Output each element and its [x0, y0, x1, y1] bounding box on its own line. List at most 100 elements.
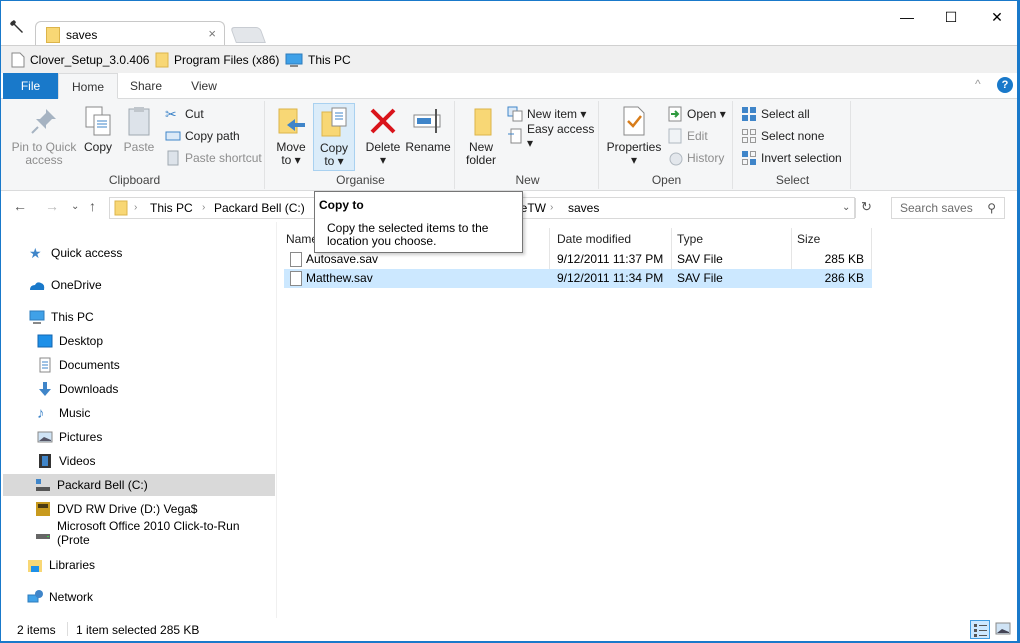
minimize-button[interactable]: — — [887, 5, 927, 29]
select-none-button[interactable]: Select none — [741, 127, 824, 145]
rename-button[interactable]: Rename — [405, 105, 451, 154]
breadcrumb-packard-bell[interactable]: Packard Bell (C:) — [214, 201, 305, 215]
copy-button[interactable]: Copy — [81, 105, 115, 154]
nav-pictures[interactable]: Pictures — [3, 426, 275, 448]
nav-downloads[interactable]: Downloads — [3, 378, 275, 400]
nav-this-pc[interactable]: This PC — [3, 306, 275, 328]
file-icon — [290, 252, 302, 267]
new-folder-icon — [465, 105, 497, 137]
close-button[interactable]: ✕ — [977, 5, 1017, 29]
collapse-ribbon-icon[interactable]: ^ — [975, 77, 981, 91]
paste-shortcut-button[interactable]: Paste shortcut — [165, 149, 262, 167]
invert-selection-button[interactable]: Invert selection — [741, 149, 842, 167]
cut-button[interactable]: ✂ Cut — [165, 105, 204, 123]
music-note-icon: ♪ — [37, 405, 45, 422]
maximize-button[interactable]: ☐ — [931, 5, 971, 29]
new-group-label: New — [515, 173, 540, 187]
delete-button[interactable]: Delete ▾ — [363, 105, 403, 167]
column-header-date[interactable]: Date modified — [557, 228, 631, 250]
file-name: Autosave.sav — [306, 252, 379, 266]
up-button[interactable]: ↑ — [89, 198, 96, 214]
file-type: SAV File — [677, 252, 723, 266]
nav-desktop[interactable]: Desktop — [3, 330, 275, 352]
select-all-button[interactable]: Select all — [741, 105, 810, 123]
bookmark-this-pc[interactable]: This PC — [285, 52, 351, 68]
file-size: 286 KB — [824, 271, 864, 285]
tab-close-icon[interactable]: × — [208, 26, 216, 41]
bookmark-label: This PC — [308, 53, 351, 67]
copy-to-button[interactable]: Copy to ▾ — [313, 103, 355, 171]
nav-dvd-drive[interactable]: DVD RW Drive (D:) Vega$ — [3, 498, 275, 520]
drive-icon — [35, 477, 51, 493]
status-bar: 2 items 1 item selected 285 KB — [1, 618, 1017, 641]
bookmark-clover-setup[interactable]: Clover_Setup_3.0.406 — [11, 52, 149, 68]
new-tab-button[interactable] — [230, 27, 266, 43]
address-dropdown-icon[interactable]: ⌄ — [842, 202, 850, 213]
forward-button[interactable]: → — [45, 198, 59, 214]
nav-libraries[interactable]: Libraries — [3, 554, 275, 576]
title-bar: saves × — ☐ ✕ — [1, 1, 1017, 47]
large-icons-view-button[interactable] — [994, 620, 1014, 639]
tab-share[interactable]: Share — [121, 73, 171, 99]
nav-packard-bell-c[interactable]: Packard Bell (C:) — [3, 474, 275, 496]
new-item-button[interactable]: New item ▾ — [507, 105, 586, 123]
edit-icon — [667, 128, 683, 144]
properties-icon — [618, 105, 650, 137]
new-folder-button[interactable]: New folder — [461, 105, 501, 167]
large-icons-view-icon — [995, 622, 1011, 635]
ribbon-tabs: File Home Share View ^ ? — [1, 73, 1017, 99]
properties-button[interactable]: Properties ▾ — [605, 105, 663, 167]
edit-button[interactable]: Edit — [667, 127, 708, 145]
pin-to-quick-access-button[interactable]: Pin to Quick access — [9, 105, 79, 167]
pictures-icon — [37, 429, 53, 445]
nav-office-drive[interactable]: Microsoft Office 2010 Click-to-Run (Prot… — [3, 519, 275, 547]
tab-view[interactable]: View — [179, 73, 229, 99]
invert-selection-icon — [741, 150, 757, 166]
tab-home[interactable]: Home — [58, 73, 118, 99]
nav-documents[interactable]: Documents — [3, 354, 275, 376]
nav-quick-access[interactable]: ★ Quick access — [3, 242, 275, 264]
column-header-size[interactable]: Size — [797, 228, 820, 250]
file-list: Name Date modified Type Size Autosave.sa… — [278, 222, 1017, 618]
tab-file[interactable]: File — [3, 73, 58, 99]
help-icon[interactable]: ? — [997, 77, 1013, 93]
file-date: 9/12/2011 11:34 PM — [557, 271, 664, 285]
open-group: Properties ▾ Open ▾ Edit History Open — [601, 101, 733, 189]
copy-path-button[interactable]: Copy path — [165, 127, 240, 145]
network-icon — [27, 589, 43, 605]
easy-access-button[interactable]: Easy access ▾ — [507, 122, 598, 150]
refresh-button[interactable]: ↻ — [861, 199, 872, 215]
breadcrumb-saves[interactable]: saves — [568, 201, 599, 215]
star-icon: ★ — [29, 245, 42, 261]
breadcrumb-this-pc[interactable]: This PC — [150, 201, 193, 215]
documents-icon — [37, 357, 53, 373]
column-header-type[interactable]: Type — [677, 228, 703, 250]
move-to-button[interactable]: Move to ▾ — [273, 105, 309, 167]
copy-to-tooltip: Copy to Copy the selected items to the l… — [314, 191, 523, 253]
recent-locations-button[interactable]: ⌄ — [71, 201, 79, 212]
bookmark-program-files[interactable]: Program Files (x86) — [155, 52, 279, 68]
select-group: Select all Select none Invert selection … — [735, 101, 851, 189]
file-icon — [11, 52, 25, 68]
nav-music[interactable]: ♪ Music — [3, 402, 275, 424]
back-button[interactable]: ← — [13, 198, 27, 214]
file-name: Matthew.sav — [306, 271, 373, 285]
file-row-selected[interactable]: Matthew.sav 9/12/2011 11:34 PM SAV File … — [284, 269, 872, 288]
history-button[interactable]: History — [667, 149, 724, 167]
tooltip-description: Copy the selected items to the location … — [327, 221, 489, 248]
details-view-button[interactable] — [970, 620, 990, 639]
nav-onedrive[interactable]: OneDrive — [3, 274, 275, 296]
wrench-icon[interactable] — [9, 19, 25, 35]
bookmark-label: Clover_Setup_3.0.406 — [30, 53, 150, 67]
select-all-icon — [741, 106, 757, 122]
tab-saves[interactable]: saves × — [35, 21, 225, 47]
paste-button[interactable]: Paste — [121, 105, 157, 154]
search-input[interactable]: Search saves ⚲ — [891, 197, 1005, 219]
nav-videos[interactable]: Videos — [3, 450, 275, 472]
open-button[interactable]: Open ▾ — [667, 105, 726, 123]
copy-icon — [82, 105, 114, 137]
nav-network[interactable]: Network — [3, 586, 275, 608]
easy-access-icon — [507, 128, 523, 144]
paste-shortcut-icon — [165, 150, 181, 166]
select-none-icon — [741, 128, 757, 144]
